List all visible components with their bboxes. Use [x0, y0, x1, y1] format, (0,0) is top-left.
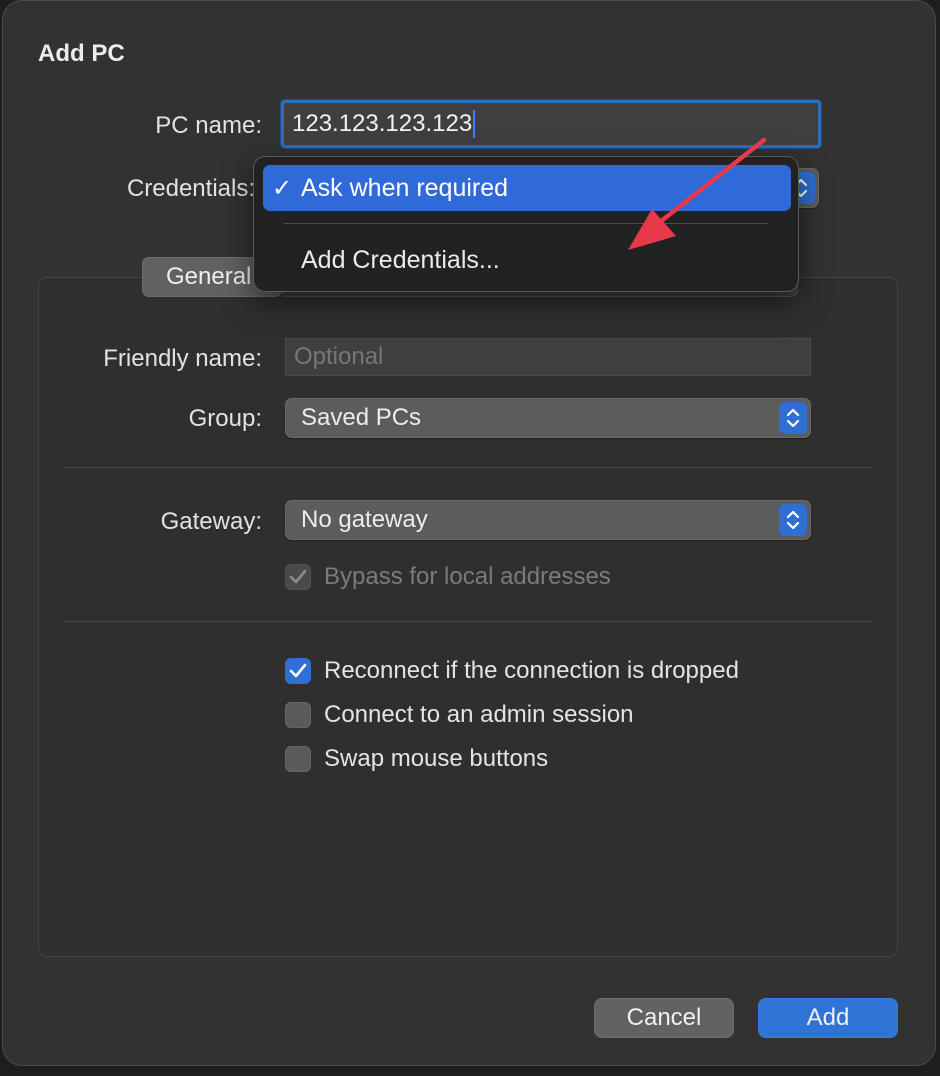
add-button[interactable]: Add — [758, 998, 898, 1038]
group-label: Group: — [188, 405, 262, 432]
group-popup[interactable]: Saved PCs — [285, 398, 811, 438]
reconnect-label: Reconnect if the connection is dropped — [324, 657, 739, 684]
menu-separator — [284, 223, 768, 224]
friendly-name-label: Friendly name: — [103, 345, 262, 372]
menu-item-add-credentials[interactable]: Add Credentials... — [263, 237, 791, 283]
credentials-dropdown-menu: ✓ Ask when required Add Credentials... — [253, 156, 799, 292]
cancel-button[interactable]: Cancel — [594, 998, 734, 1038]
bypass-label: Bypass for local addresses — [324, 563, 611, 590]
menu-item-ask-when-required[interactable]: ✓ Ask when required — [263, 165, 791, 211]
friendly-name-placeholder: Optional — [294, 343, 384, 370]
chevron-updown-icon — [779, 504, 807, 536]
credentials-label: Credentials: — [126, 175, 255, 202]
reconnect-checkbox[interactable]: Reconnect if the connection is dropped — [285, 657, 739, 685]
pc-name-value: 123.123.123.123 — [292, 110, 473, 137]
chevron-updown-icon — [779, 402, 807, 434]
checkmark-icon — [285, 658, 311, 684]
pc-name-input[interactable]: 123.123.123.123 — [281, 100, 821, 148]
gateway-value: No gateway — [301, 506, 428, 533]
settings-panel — [38, 277, 898, 957]
swap-mouse-label: Swap mouse buttons — [324, 745, 549, 772]
pc-name-label: PC name: — [155, 112, 262, 139]
menu-item-label: Ask when required — [301, 173, 509, 202]
gateway-popup[interactable]: No gateway — [285, 500, 811, 540]
section-divider — [64, 467, 872, 468]
menu-item-label: Add Credentials... — [301, 245, 500, 274]
group-value: Saved PCs — [301, 404, 422, 431]
checkbox-empty-icon — [285, 746, 311, 772]
gateway-label: Gateway: — [160, 508, 262, 535]
checkbox-empty-icon — [285, 702, 311, 728]
checkmark-icon: ✓ — [271, 174, 293, 202]
admin-session-label: Connect to an admin session — [324, 701, 634, 728]
swap-mouse-checkbox[interactable]: Swap mouse buttons — [285, 745, 548, 773]
section-divider — [64, 621, 872, 622]
text-caret — [473, 110, 476, 138]
bypass-local-checkbox: Bypass for local addresses — [285, 563, 611, 591]
admin-session-checkbox[interactable]: Connect to an admin session — [285, 701, 634, 729]
checkmark-icon — [285, 564, 311, 590]
friendly-name-input[interactable]: Optional — [285, 338, 811, 376]
dialog-title: Add PC — [38, 40, 125, 67]
